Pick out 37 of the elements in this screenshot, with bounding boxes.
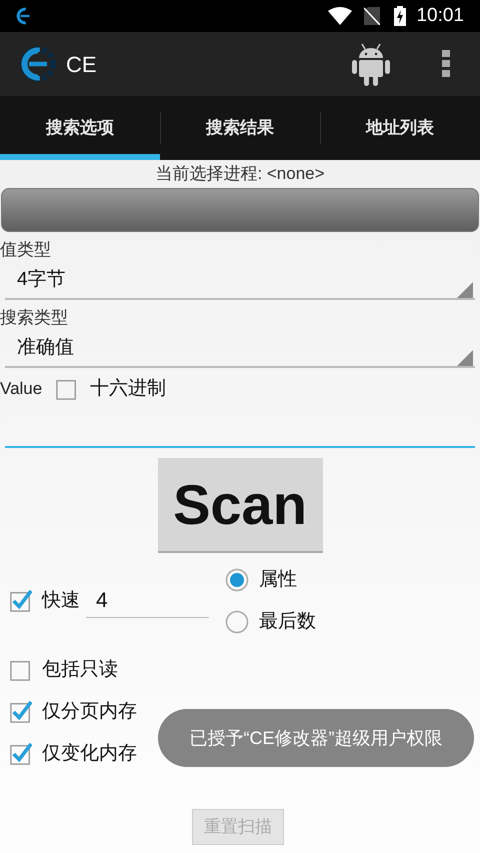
radio-label: 属性 [259, 568, 297, 592]
checked-checkbox[interactable] [10, 701, 32, 723]
process-select-button[interactable] [1, 188, 479, 232]
checkbox[interactable] [56, 378, 78, 400]
checked-checkbox[interactable] [10, 743, 32, 765]
wifi-icon [328, 7, 352, 25]
corner-triangle-icon [457, 282, 473, 298]
fast-input[interactable]: 4 [86, 584, 209, 618]
field-label: 搜索类型 [0, 306, 69, 328]
dropdown[interactable]: 4字节 [5, 262, 475, 300]
app-title: CE [66, 50, 97, 78]
battery-charging-icon [394, 6, 406, 26]
overflow-menu-icon[interactable] [442, 50, 450, 78]
robot-icon[interactable] [352, 42, 390, 86]
checkbox-label: 十六进制 [90, 376, 166, 401]
corner-triangle-icon [457, 350, 473, 366]
gear-logo-icon [20, 46, 56, 82]
tab[interactable]: 搜索选项 [0, 96, 160, 160]
checkbox-label: 包括只读 [42, 658, 118, 682]
no-sim-icon [364, 7, 380, 25]
checkbox-label: 快速 [42, 588, 80, 613]
checkbox[interactable] [10, 659, 32, 681]
selected-radio-button[interactable] [225, 568, 249, 592]
process-label: 当前选择进程: <none> [154, 162, 326, 184]
radio-label: 最后数 [259, 610, 316, 634]
checkbox-label: 仅变化内存 [42, 742, 137, 766]
scan-button[interactable]: Scan [158, 458, 322, 553]
checked-checkbox[interactable] [10, 590, 32, 612]
field-label: Value [0, 378, 42, 400]
tab[interactable]: 地址列表 [320, 96, 480, 160]
checkbox-label: 仅分页内存 [42, 700, 137, 724]
field-label: 值类型 [0, 238, 52, 260]
radio-button[interactable] [225, 610, 249, 634]
dropdown[interactable]: 准确值 [5, 330, 475, 368]
tab[interactable]: 搜索结果 [160, 96, 320, 160]
toast-message: 已授予“CE修改器”超级用户权限 [158, 709, 474, 767]
status-time: 10:01 [416, 4, 464, 28]
